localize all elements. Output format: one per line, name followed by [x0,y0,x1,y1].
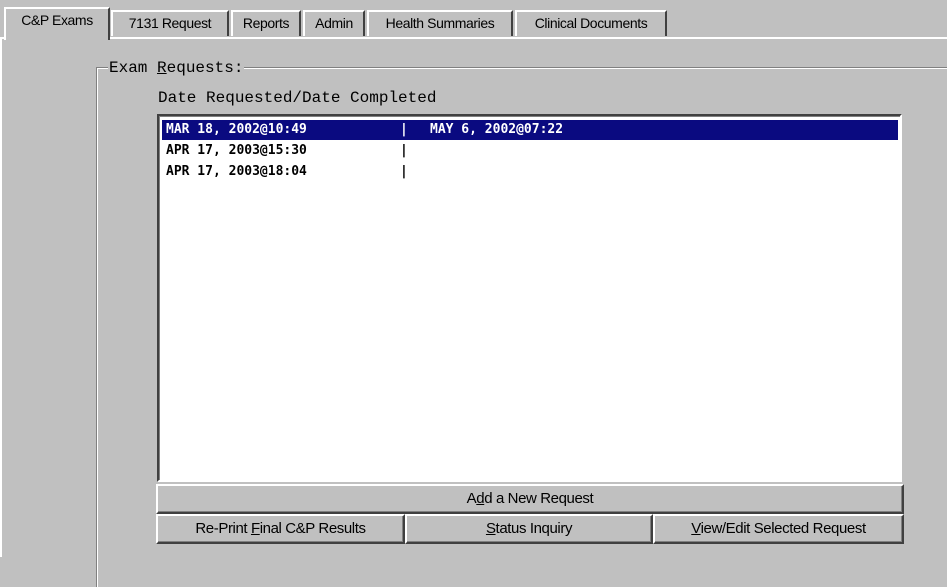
tab-cp-exams[interactable]: C&P Exams [4,7,110,40]
list-column-header: Date Requested/Date Completed [158,89,437,107]
list-item[interactable]: APR 17, 2003@18:04 | [162,162,898,182]
date-requested: APR 17, 2003@18:04 [166,164,307,179]
date-completed: MAY 6, 2002@07:22 [430,122,564,137]
exam-requests-listbox[interactable]: MAR 18, 2002@10:49 | MAY 6, 2002@07:22 A… [157,114,902,482]
add-new-request-button[interactable]: Add a New Request [156,484,904,514]
exam-requests-label: Exam Requests: [108,58,245,78]
column-separator: | [400,122,408,137]
reprint-final-results-button[interactable]: Re-Print Final C&P Results [156,514,405,544]
date-requested: APR 17, 2003@15:30 [166,143,307,158]
list-item-selected[interactable]: MAR 18, 2002@10:49 | MAY 6, 2002@07:22 [162,120,898,140]
date-requested: MAR 18, 2002@10:49 [166,122,307,137]
tab-reports[interactable]: Reports [231,10,301,36]
column-separator: | [400,143,408,158]
column-separator: | [400,164,408,179]
tab-clinical-documents[interactable]: Clinical Documents [515,10,667,36]
view-edit-request-button[interactable]: View/Edit Selected Request [653,514,904,544]
tab-health-summaries[interactable]: Health Summaries [367,10,513,36]
tab-7131-request[interactable]: 7131 Request [111,10,229,36]
tab-admin[interactable]: Admin [303,10,365,36]
tab-strip: C&P Exams 7131 Request Reports Admin Hea… [0,0,947,40]
status-inquiry-button[interactable]: Status Inquiry [405,514,653,544]
list-item[interactable]: APR 17, 2003@15:30 | [162,141,898,161]
